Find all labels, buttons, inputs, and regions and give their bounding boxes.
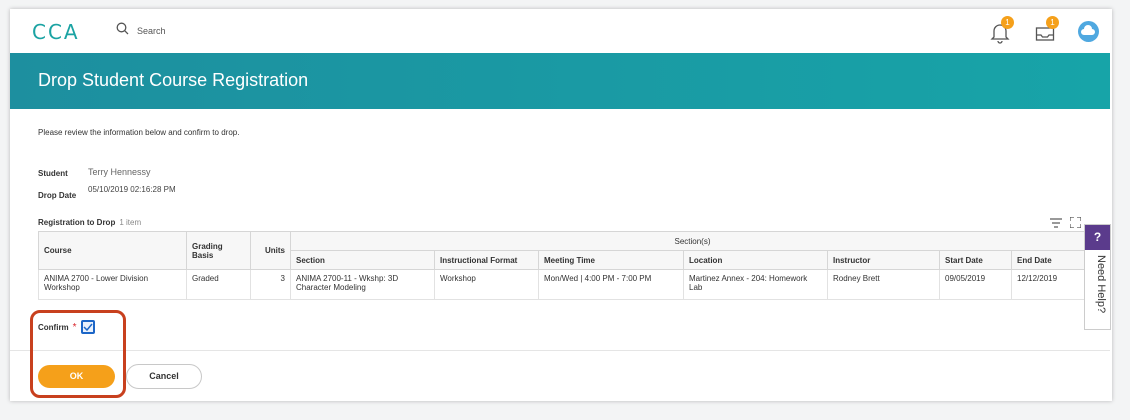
col-location[interactable]: Location: [683, 250, 828, 270]
col-start-date[interactable]: Start Date: [939, 250, 1012, 270]
top-bar: CCA Search 1 1: [10, 9, 1112, 53]
cell-end-date: 12/12/2019: [1011, 269, 1095, 300]
registration-title-text: Registration to Drop: [38, 218, 116, 227]
search-placeholder: Search: [137, 26, 166, 36]
logo[interactable]: CCA: [32, 20, 80, 44]
app-frame: CCA Search 1 1 Drop Student Course Regis…: [10, 9, 1112, 401]
table-row: ANIMA 2700 - Lower Division Workshop Gra…: [38, 269, 1095, 300]
drop-date-value: 05/10/2019 02:16:28 PM: [88, 185, 176, 194]
search-icon: [116, 22, 129, 40]
cancel-button[interactable]: Cancel: [126, 364, 202, 389]
cell-start-date: 09/05/2019: [939, 269, 1012, 300]
cell-course: ANIMA 2700 - Lower Division Workshop: [38, 269, 187, 300]
drop-date-label: Drop Date: [38, 191, 77, 200]
cell-instructor[interactable]: Rodney Brett: [827, 269, 940, 300]
search-box[interactable]: Search: [116, 22, 166, 40]
col-section[interactable]: Section: [290, 250, 435, 270]
page-title: Drop Student Course Registration: [38, 70, 309, 90]
notifications-button[interactable]: 1: [988, 16, 1014, 45]
notifications-badge: 1: [1001, 16, 1014, 29]
cell-section[interactable]: ANIMA 2700-11 - Wkshp: 3D Character Mode…: [290, 269, 435, 300]
inbox-button[interactable]: 1: [1033, 16, 1059, 45]
registration-count: 1 item: [119, 218, 142, 227]
cell-meeting-time: Mon/Wed | 4:00 PM - 7:00 PM: [538, 269, 684, 300]
help-question-icon: ?: [1085, 225, 1110, 250]
col-grading-basis[interactable]: Grading Basis: [186, 231, 251, 270]
col-group-sections: Section(s): [290, 231, 1095, 251]
col-meeting-time[interactable]: Meeting Time: [538, 250, 684, 270]
highlight-box: [30, 310, 126, 398]
intro-text: Please review the information below and …: [38, 128, 240, 137]
cell-instructional-format: Workshop: [434, 269, 539, 300]
registration-table: Course Grading Basis Units Section(s) Se…: [38, 231, 1095, 300]
col-end-date[interactable]: End Date: [1011, 250, 1095, 270]
need-help-label: Need Help?: [1095, 255, 1107, 314]
registration-title: Registration to Drop 1 item: [38, 218, 141, 227]
divider: [10, 350, 1110, 351]
cell-location: Martinez Annex - 204: Homework Lab: [683, 269, 828, 300]
need-help-tab[interactable]: ? Need Help?: [1084, 224, 1111, 330]
col-instructor[interactable]: Instructor: [827, 250, 940, 270]
col-course[interactable]: Course: [38, 231, 187, 270]
page-header: Drop Student Course Registration: [10, 53, 1110, 109]
cell-grading-basis: Graded: [186, 269, 251, 300]
cell-units: 3: [250, 269, 291, 300]
student-value: Terry Hennessy: [88, 167, 151, 177]
col-instructional-format[interactable]: Instructional Format: [434, 250, 539, 270]
cloud-icon: [1081, 25, 1095, 35]
avatar[interactable]: [1078, 21, 1099, 42]
col-units[interactable]: Units: [250, 231, 291, 270]
inbox-badge: 1: [1046, 16, 1059, 29]
student-label: Student: [38, 169, 68, 178]
logo-text: CCA: [32, 20, 80, 44]
